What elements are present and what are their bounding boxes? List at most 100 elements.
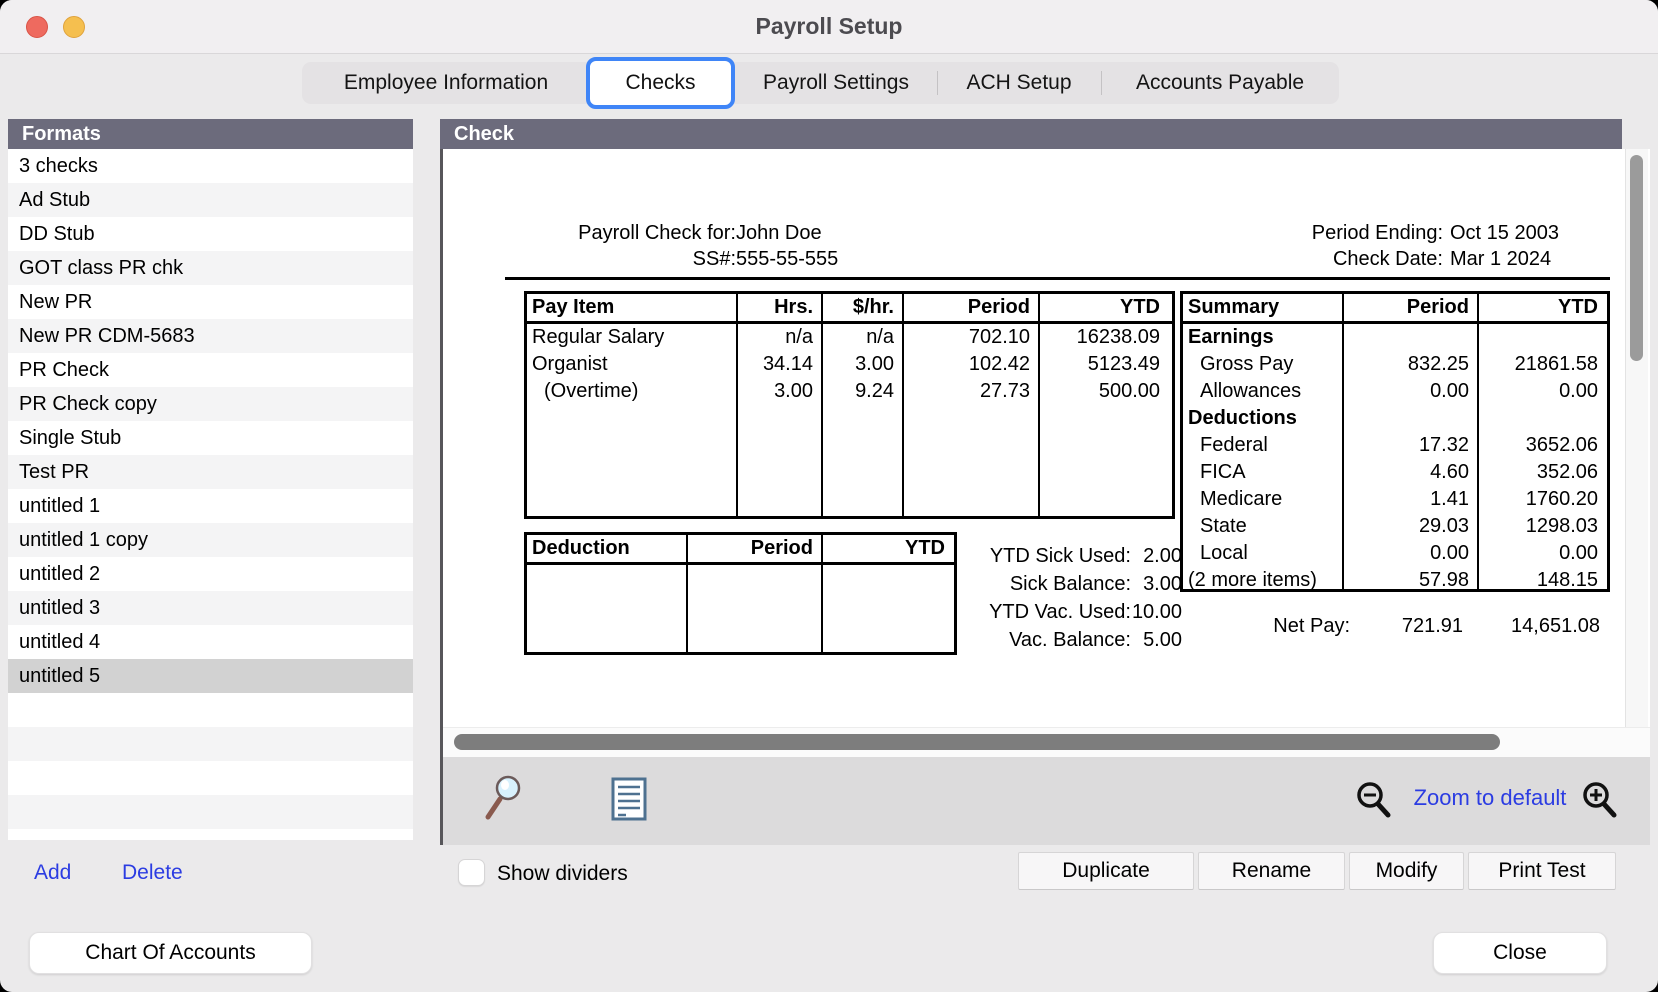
- format-row[interactable]: untitled 3: [8, 591, 413, 625]
- pay-table-header: Pay Item: [527, 296, 736, 319]
- modify-button[interactable]: Modify: [1349, 852, 1464, 890]
- preview-vertical-scrollbar[interactable]: [1625, 149, 1648, 727]
- payroll-setup-window: Payroll Setup Employee Information Payro…: [0, 0, 1658, 992]
- tab-bar: Employee Information Payroll Settings AC…: [302, 62, 1339, 104]
- zoom-to-default-link[interactable]: Zoom to default: [1407, 785, 1573, 811]
- leave-value: 3.00: [1131, 573, 1182, 596]
- leave-row: YTD Sick Used: 2.00: [896, 543, 1182, 569]
- pay-table-row: Organist 34.14 3.00 102.42 5123.49: [527, 351, 1172, 378]
- format-row[interactable]: Test PR: [8, 455, 413, 489]
- pay-table-header: YTD: [1038, 296, 1168, 319]
- format-row[interactable]: untitled 1 copy: [8, 523, 413, 557]
- zoom-out-icon[interactable]: [1355, 781, 1393, 824]
- chart-of-accounts-button[interactable]: Chart Of Accounts: [29, 932, 312, 974]
- format-row[interactable]: New PR CDM-5683: [8, 319, 413, 353]
- tab-checks[interactable]: Checks: [586, 57, 735, 109]
- duplicate-button[interactable]: Duplicate: [1018, 852, 1194, 890]
- tab-separator: [1101, 71, 1102, 95]
- summary-table-row: Medicare 1.41 1760.20: [1183, 486, 1607, 513]
- tab-separator: [937, 71, 938, 95]
- leave-label: Vac. Balance:: [896, 629, 1131, 652]
- format-row[interactable]: 3 checks: [8, 149, 413, 183]
- add-link[interactable]: Add: [34, 861, 71, 885]
- zoom-in-icon[interactable]: [1581, 781, 1619, 824]
- show-dividers-checkbox[interactable]: [458, 859, 485, 886]
- stub-layout-icon[interactable]: [611, 777, 647, 826]
- ss-number: 555-55-555: [736, 248, 838, 272]
- payroll-check-for-label: Payroll Check for:: [578, 222, 736, 246]
- preview-toolbar: Zoom to default: [443, 757, 1650, 845]
- format-row-selected[interactable]: untitled 5: [8, 659, 413, 693]
- format-row[interactable]: untitled 2: [8, 557, 413, 591]
- list-filler-row: [8, 761, 413, 795]
- horizontal-scrollbar-thumb[interactable]: [454, 734, 1500, 750]
- summary-table-row: (2 more items) 57.98 148.15: [1183, 567, 1607, 594]
- format-row[interactable]: PR Check copy: [8, 387, 413, 421]
- check-date-value: Mar 1 2024: [1450, 248, 1551, 272]
- pay-table-row: (Overtime) 3.00 9.24 27.73 500.00: [527, 378, 1172, 405]
- delete-link[interactable]: Delete: [122, 861, 183, 885]
- list-filler-row: [8, 727, 413, 761]
- format-row[interactable]: New PR: [8, 285, 413, 319]
- close-button[interactable]: Close: [1433, 932, 1607, 974]
- list-filler-row: [8, 693, 413, 727]
- summary-table-row: Deductions: [1183, 405, 1607, 432]
- rename-button[interactable]: Rename: [1198, 852, 1345, 890]
- net-pay-label: Net Pay:: [1230, 615, 1350, 638]
- deduction-table-header: Period: [686, 537, 821, 560]
- titlebar: Payroll Setup: [0, 0, 1658, 54]
- deduction-table-header: Deduction: [527, 537, 686, 560]
- list-filler-row: [8, 829, 413, 840]
- ss-label: SS#:: [693, 248, 736, 272]
- check-date-label: Check Date:: [1333, 248, 1443, 272]
- format-row[interactable]: Ad Stub: [8, 183, 413, 217]
- preview-horizontal-scrollbar[interactable]: [443, 727, 1650, 757]
- leave-value: 5.00: [1131, 629, 1182, 652]
- period-ending-value: Oct 15 2003: [1450, 222, 1559, 246]
- summary-table-row: State 29.03 1298.03: [1183, 513, 1607, 540]
- tab-payroll-settings[interactable]: Payroll Settings: [735, 62, 937, 104]
- list-filler-row: [8, 795, 413, 829]
- summary-table-row: Local 0.00 0.00: [1183, 540, 1607, 567]
- leave-value: 10.00: [1131, 601, 1182, 624]
- formats-panel-header: Formats: [8, 119, 413, 149]
- leave-label: YTD Vac. Used:: [896, 601, 1131, 624]
- period-ending-label: Period Ending:: [1312, 222, 1443, 246]
- vertical-scrollbar-thumb[interactable]: [1630, 155, 1643, 361]
- magnifier-tool-icon[interactable]: [483, 773, 529, 828]
- summary-table-row: FICA 4.60 352.06: [1183, 459, 1607, 486]
- leave-value: 2.00: [1131, 545, 1182, 568]
- format-row[interactable]: untitled 4: [8, 625, 413, 659]
- show-dividers-label: Show dividers: [497, 862, 628, 886]
- leave-label: YTD Sick Used:: [896, 545, 1131, 568]
- format-row[interactable]: untitled 1: [8, 489, 413, 523]
- tab-employee-information[interactable]: Employee Information: [302, 62, 590, 104]
- summary-table-row: Gross Pay 832.25 21861.58: [1183, 351, 1607, 378]
- leave-row: YTD Vac. Used: 10.00: [896, 599, 1182, 625]
- net-pay-ytd: 14,651.08: [1463, 615, 1600, 638]
- print-test-button[interactable]: Print Test: [1468, 852, 1616, 890]
- format-row[interactable]: DD Stub: [8, 217, 413, 251]
- summary-table-header: Period: [1342, 296, 1477, 319]
- pay-table-header: Hrs.: [736, 296, 821, 319]
- formats-list: 3 checks Ad Stub DD Stub GOT class PR ch…: [8, 149, 413, 840]
- leave-row: Vac. Balance: 5.00: [896, 627, 1182, 653]
- summary-table-row: Earnings: [1183, 324, 1607, 351]
- summary-table: Summary Period YTD Earnings Gross Pay 83…: [1180, 291, 1610, 592]
- pay-table-header: $/hr.: [821, 296, 902, 319]
- pay-table-row: Regular Salary n/a n/a 702.10 16238.09: [527, 324, 1172, 351]
- summary-table-header: Summary: [1183, 296, 1342, 319]
- deduction-table: Deduction Period YTD: [524, 532, 957, 655]
- format-row[interactable]: Single Stub: [8, 421, 413, 455]
- summary-table-row: Federal 17.32 3652.06: [1183, 432, 1607, 459]
- payee-name: John Doe: [736, 222, 822, 246]
- format-row[interactable]: PR Check: [8, 353, 413, 387]
- net-pay-period: 721.91: [1350, 615, 1463, 638]
- tab-ach-setup[interactable]: ACH Setup: [937, 62, 1101, 104]
- format-row[interactable]: GOT class PR chk: [8, 251, 413, 285]
- pay-item-table: Pay Item Hrs. $/hr. Period YTD Regular S…: [524, 291, 1175, 519]
- tab-accounts-payable[interactable]: Accounts Payable: [1101, 62, 1339, 104]
- leave-row: Sick Balance: 3.00: [896, 571, 1182, 597]
- check-preview: Payroll Check for: John Doe SS#: 555-55-…: [443, 149, 1650, 727]
- window-title: Payroll Setup: [0, 13, 1658, 40]
